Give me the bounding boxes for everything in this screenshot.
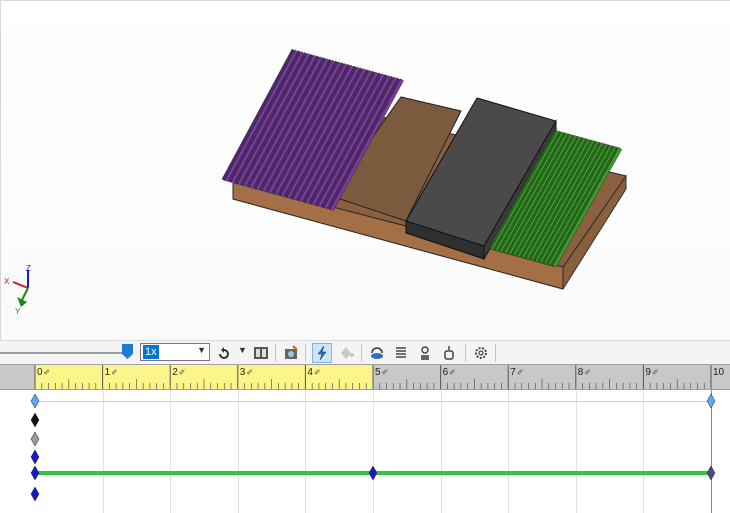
toolbar-separator	[275, 344, 276, 362]
toolbar-separator	[361, 344, 362, 362]
ruler-label-number: 7	[510, 367, 516, 378]
model-view[interactable]: Z X Y	[1, 1, 730, 341]
ruler-label-6: 6 ✐	[443, 367, 456, 378]
clock-icon: ✐	[516, 368, 524, 377]
playback-mode-icon	[219, 347, 229, 359]
motion-study-timeline[interactable]: 0 ✐ 1 ✐ 2 ✐ 3 ✐ 4 ✐ 5 ✐ 6 ✐ 7 ✐ 8 ✐ 9 ✐ 10	[0, 364, 730, 513]
playback-slider-track[interactable]	[0, 352, 128, 354]
spring-icon	[396, 347, 406, 358]
ruler-label-5: 5 ✐	[375, 367, 388, 378]
ruler-label-number: 2	[172, 367, 178, 378]
chevron-down-icon[interactable]: ▼	[238, 345, 247, 355]
playback-mode-button[interactable]	[214, 343, 234, 363]
ruler-label-9: 9 ✐	[645, 367, 658, 378]
motion-study-toolbar: 1x ▼ ▼	[0, 340, 730, 364]
ruler-label-number: 4	[307, 367, 313, 378]
clock-icon: ✐	[584, 368, 592, 377]
ruler-label-3: 3 ✐	[240, 367, 253, 378]
motor-icon	[371, 347, 383, 359]
key-point-time-end[interactable]	[706, 393, 716, 409]
triad-y-label: Y	[15, 307, 21, 316]
key-point[interactable]	[30, 412, 40, 428]
key-point[interactable]	[706, 465, 716, 481]
key-point-time-start[interactable]	[30, 393, 40, 409]
timeline-tracks[interactable]	[0, 390, 730, 513]
gravity-icon	[444, 346, 454, 360]
clock-icon: ✐	[246, 368, 254, 377]
ruler-label-1: 1 ✐	[105, 367, 118, 378]
ruler-label-2: 2 ✐	[172, 367, 185, 378]
ruler-label-number: 8	[577, 367, 584, 378]
axis-triad: Z X Y	[4, 264, 31, 316]
key-point[interactable]	[30, 431, 40, 447]
playback-speed-value: 1x	[143, 345, 159, 359]
key-point[interactable]	[30, 465, 40, 481]
clock-icon: ✐	[449, 368, 456, 377]
animation-wizard-button[interactable]	[281, 343, 301, 363]
animation-wizard-icon	[285, 345, 298, 359]
ruler-label-number: 10	[713, 367, 725, 378]
clock-icon: ✐	[381, 368, 389, 377]
clock-icon: ✐	[43, 368, 51, 377]
ruler-label-0: 0 ✐	[37, 367, 50, 378]
key-point[interactable]	[30, 449, 40, 465]
key-points[interactable]	[0, 390, 730, 513]
autokey-button[interactable]	[312, 343, 332, 363]
save-animation-icon	[254, 347, 268, 359]
playback-slider-thumb[interactable]	[122, 344, 133, 359]
gear-icon	[475, 347, 487, 359]
gravity-button[interactable]	[439, 343, 459, 363]
contact-button[interactable]	[415, 343, 435, 363]
autokey-icon	[317, 345, 327, 361]
add-update-key-button[interactable]	[336, 343, 356, 363]
ruler-label-number: 5	[375, 367, 381, 378]
motor-button[interactable]	[367, 343, 387, 363]
clock-icon: ✐	[178, 368, 186, 377]
ruler-label-7: 7 ✐	[510, 367, 523, 378]
ruler-label-8: 8 ✐	[578, 367, 591, 378]
key-point[interactable]	[368, 465, 378, 481]
playback-speed-select[interactable]: 1x ▼	[140, 343, 210, 361]
time-ruler[interactable]: 0 ✐ 1 ✐ 2 ✐ 3 ✐ 4 ✐ 5 ✐ 6 ✐ 7 ✐ 8 ✐ 9 ✐ 10	[0, 364, 730, 390]
ruler-label-number: 9	[645, 367, 651, 378]
ruler-label-10: 10	[713, 367, 724, 378]
save-animation-button[interactable]	[251, 343, 271, 363]
add-update-key-icon	[341, 347, 354, 359]
spring-button[interactable]	[391, 343, 411, 363]
motion-study-properties-button[interactable]	[471, 343, 491, 363]
toolbar-separator	[465, 344, 466, 362]
ruler-label-number: 0	[37, 367, 43, 378]
toolbar-separator	[495, 344, 496, 362]
ruler-label-4: 4 ✐	[307, 367, 320, 378]
clock-icon: ✐	[313, 368, 321, 377]
key-point[interactable]	[30, 486, 40, 502]
triad-x-label: X	[4, 277, 10, 286]
ruler-label-number: 3	[239, 367, 246, 378]
toolbar-separator	[305, 344, 306, 362]
clock-icon: ✐	[651, 368, 659, 377]
contact-icon	[421, 346, 429, 360]
graphics-area[interactable]: Z X Y	[0, 0, 730, 340]
ruler-label-number: 1	[104, 367, 111, 378]
chevron-down-icon: ▼	[197, 345, 206, 355]
triad-z-label: Z	[26, 264, 31, 273]
clock-icon: ✐	[111, 368, 118, 377]
ruler-label-number: 6	[442, 367, 449, 378]
